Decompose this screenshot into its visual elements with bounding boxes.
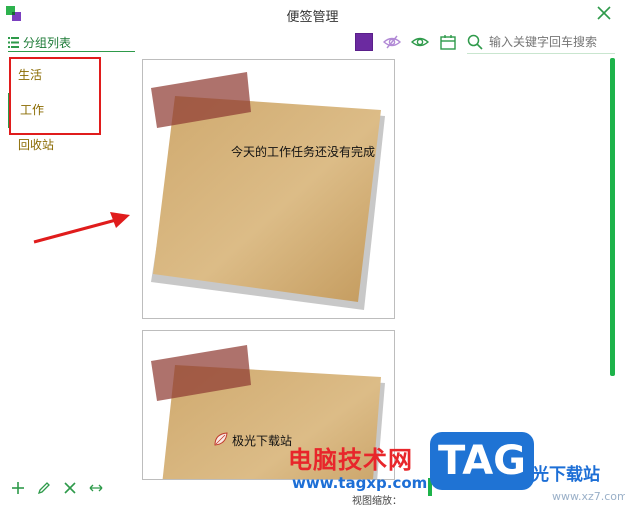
scrollbar[interactable]: [610, 58, 615, 376]
group-item-recycle-bin[interactable]: 回收站: [8, 128, 136, 163]
add-icon[interactable]: [10, 480, 26, 496]
bottom-toolbar: [10, 480, 104, 496]
group-list-title: 分组列表: [23, 35, 72, 50]
group-list: 生活 工作 回收站: [8, 58, 136, 163]
color-swatch-button[interactable]: [355, 33, 373, 51]
eye-hidden-icon[interactable]: [383, 33, 401, 51]
note-text: 今天的工作任务还没有完成: [231, 145, 376, 159]
group-item-work[interactable]: 工作: [8, 93, 136, 128]
annotation-arrow: [33, 212, 130, 244]
group-list-header: 分组列表: [8, 33, 135, 52]
toolbar: [355, 31, 615, 54]
search-icon[interactable]: [467, 34, 483, 50]
group-item-life[interactable]: 生活: [8, 58, 136, 93]
sticky-note-paper: [151, 345, 385, 479]
leaf-icon: [214, 432, 228, 446]
search-box: [467, 31, 615, 54]
zoom-label: 视图缩放：: [352, 496, 402, 507]
swap-icon[interactable]: [88, 480, 104, 496]
watermark-url-2: www.xz7.com: [552, 490, 625, 503]
delete-icon[interactable]: [62, 480, 78, 496]
close-icon[interactable]: [595, 4, 613, 22]
sticky-note-paper: [151, 72, 385, 310]
window-title: 便签管理: [286, 10, 339, 25]
edit-icon[interactable]: [36, 480, 52, 496]
search-input[interactable]: [489, 34, 609, 49]
calendar-icon[interactable]: [439, 33, 457, 51]
zoom-slider[interactable]: [428, 478, 432, 496]
note-text: 极光下载站: [232, 434, 293, 448]
eye-icon[interactable]: [411, 33, 429, 51]
watermark-tag-logo: TAG: [430, 432, 534, 490]
watermark-site-name: 光下载站: [532, 465, 600, 485]
note-card[interactable]: 今天的工作任务还没有完成: [142, 59, 395, 319]
note-card[interactable]: 极光下载站: [142, 330, 395, 480]
list-icon: [8, 36, 19, 48]
